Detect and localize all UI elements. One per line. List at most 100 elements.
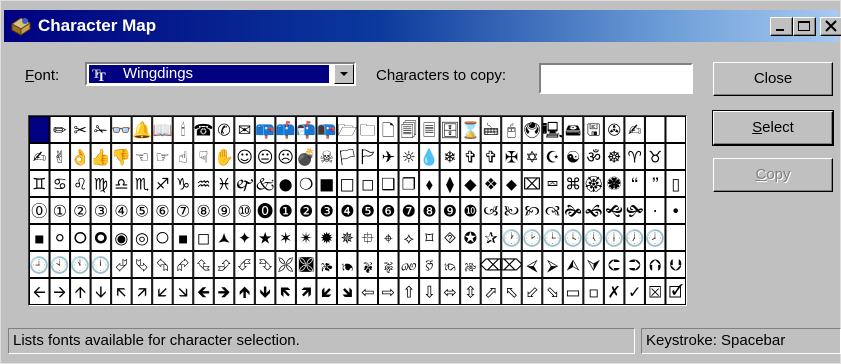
char-glyph: 🙶 xyxy=(631,175,639,194)
character-grid-canvas[interactable]: ✏ ✂ ✁ 👓 🔔 📖 🕯 ☎ ✆ ✉ 📪 📫 📬 📭 🗁 🗀 🗋 🗐 🗏 🗄 ⌛ 🖮 🖰 🖲 🖳 🖴 🖫 ✇ ✍ ✍ ✌ 👌 👍 👎 ☜ ☞ ☝ ☟ ✋ ☺… xyxy=(29,116,686,305)
char-glyph: ✹ xyxy=(320,229,333,248)
char-glyph: ✂ xyxy=(74,121,87,140)
char-glyph: 👌 xyxy=(70,148,90,167)
char-glyph: ⑦ xyxy=(176,202,190,221)
char-glyph: 🡻 xyxy=(259,283,271,302)
char-glyph: ⬄ xyxy=(443,283,456,302)
char-glyph: ✠ xyxy=(505,148,518,167)
char-glyph: ⮚ xyxy=(547,256,559,275)
font-selected-value[interactable]: TT Wingdings xyxy=(89,65,329,84)
char-glyph: 👎 xyxy=(111,148,131,167)
characters-to-copy-label: Characters to copy: xyxy=(376,67,507,84)
characters-to-copy-input[interactable] xyxy=(539,63,693,94)
char-glyph: 🙞 xyxy=(564,202,582,221)
char-glyph: ❶ xyxy=(278,202,292,221)
char-glyph: 🕙 xyxy=(50,256,70,275)
close-window-button[interactable] xyxy=(820,17,841,36)
char-glyph: 🡾 xyxy=(342,283,353,302)
char-glyph: ⌫ xyxy=(479,256,503,275)
char-glyph: 🙗 xyxy=(363,256,373,275)
char-glyph: ☎ xyxy=(194,121,214,140)
char-glyph: ▯ xyxy=(671,175,680,194)
char-glyph: ⮘ xyxy=(526,256,538,275)
char-glyph: ☜ xyxy=(135,148,149,167)
select-button[interactable]: Select xyxy=(712,110,834,146)
char-glyph: 🡸 xyxy=(197,283,210,302)
minimize-button[interactable] xyxy=(770,17,793,36)
char-glyph: 🡩 xyxy=(75,283,87,302)
maximize-button[interactable] xyxy=(793,17,816,36)
char-glyph: □ xyxy=(340,175,355,194)
font-combobox[interactable]: TT Wingdings xyxy=(85,62,356,86)
char-glyph: 💧 xyxy=(419,148,439,167)
close-button[interactable]: Close xyxy=(713,62,833,96)
char-glyph: ⑥ xyxy=(155,202,169,221)
char-glyph: ❻ xyxy=(381,202,395,221)
char-glyph: ⮱ xyxy=(136,256,149,275)
char-glyph: ✓ xyxy=(628,283,641,302)
char-glyph: 🖴 xyxy=(565,121,581,140)
char-cell[interactable] xyxy=(665,143,686,170)
char-glyph: 📬 xyxy=(296,121,316,140)
char-glyph: ⯐ xyxy=(362,229,374,248)
char-glyph: 🕑 xyxy=(522,229,542,248)
char-glyph: ⮳ xyxy=(177,256,190,275)
char-glyph: 🞆 xyxy=(74,229,87,248)
char-glyph: ⇦ xyxy=(361,283,374,302)
char-glyph: ⮉ xyxy=(649,256,661,275)
char-glyph: 🙐 xyxy=(401,256,417,275)
window-title: Character Map xyxy=(38,16,157,35)
char-glyph: 🗏 xyxy=(423,121,436,140)
close-icon xyxy=(825,20,837,32)
char-glyph: ⑧ xyxy=(196,202,210,221)
char-glyph: 🙟 xyxy=(626,202,644,221)
char-glyph: 🕖 xyxy=(625,229,645,248)
char-glyph: ⚪ xyxy=(53,229,66,248)
title-bar[interactable]: Character Map xyxy=(4,10,841,42)
character-map-icon xyxy=(10,16,32,36)
font-dropdown-button[interactable] xyxy=(334,64,354,84)
char-glyph: 🞅 xyxy=(156,229,169,248)
char-glyph: ✗ xyxy=(607,283,620,302)
char-cell[interactable] xyxy=(29,116,50,143)
char-glyph: ⮛ xyxy=(587,256,601,275)
char-glyph: 🡨 xyxy=(33,283,46,302)
char-glyph: 🙷 xyxy=(651,175,659,194)
char-glyph: 🞈 xyxy=(95,229,108,248)
char-glyph: 🕚 xyxy=(70,256,90,275)
char-glyph: 🙪 xyxy=(277,256,293,275)
char-glyph: 🕐 xyxy=(502,229,522,248)
char-glyph: ❄ xyxy=(443,148,456,167)
char-glyph: ♈ xyxy=(628,148,642,167)
char-glyph: ④ xyxy=(114,202,128,221)
char-glyph: ✦ xyxy=(238,229,251,248)
char-glyph: ☺ xyxy=(236,148,253,167)
char-glyph: 🙕 xyxy=(320,256,333,275)
char-glyph: ♉ xyxy=(648,148,662,167)
copy-button[interactable]: Copy xyxy=(713,158,833,192)
char-glyph: 🗁 xyxy=(337,121,357,140)
char-glyph: ◻ xyxy=(197,229,210,248)
char-glyph: ✴ xyxy=(299,229,312,248)
char-glyph: ⮰ xyxy=(115,256,128,275)
minimize-icon xyxy=(776,29,784,31)
char-glyph: ⇨ xyxy=(382,283,395,302)
char-glyph: ✆ xyxy=(217,121,230,140)
char-cell[interactable] xyxy=(665,224,686,251)
char-glyph: ◆ xyxy=(464,175,477,194)
character-grid[interactable]: ✏ ✂ ✁ 👓 🔔 📖 🕯 ☎ ✆ ✉ 📪 📫 📬 📭 🗁 🗀 🗋 🗐 🗏 🗄 ⌛ 🖮 🖰 🖲 🖳 🖴 🖫 ✇ ✍ ✍ ✌ 👌 👍 👎 ☜ ☞ ☝ ☟ ✋ ☺… xyxy=(28,115,687,306)
char-glyph: 🕔 xyxy=(584,229,604,248)
char-glyph: 🗹 xyxy=(669,283,684,302)
char-cell[interactable] xyxy=(644,116,666,143)
char-glyph: ❹ xyxy=(340,202,354,221)
char-glyph: 🖫 xyxy=(587,121,601,140)
char-glyph: ⓿ xyxy=(257,202,273,221)
char-glyph: ⮙ xyxy=(566,256,580,275)
char-glyph: 🏵 xyxy=(583,175,603,194)
char-glyph: ⮷ xyxy=(259,256,272,275)
char-glyph: 🙠 xyxy=(504,202,520,221)
char-glyph: ⇩ xyxy=(423,283,436,302)
char-glyph: ♒ xyxy=(196,175,210,194)
char-glyph: ⧫ xyxy=(446,175,454,194)
char-cell[interactable] xyxy=(665,116,686,143)
